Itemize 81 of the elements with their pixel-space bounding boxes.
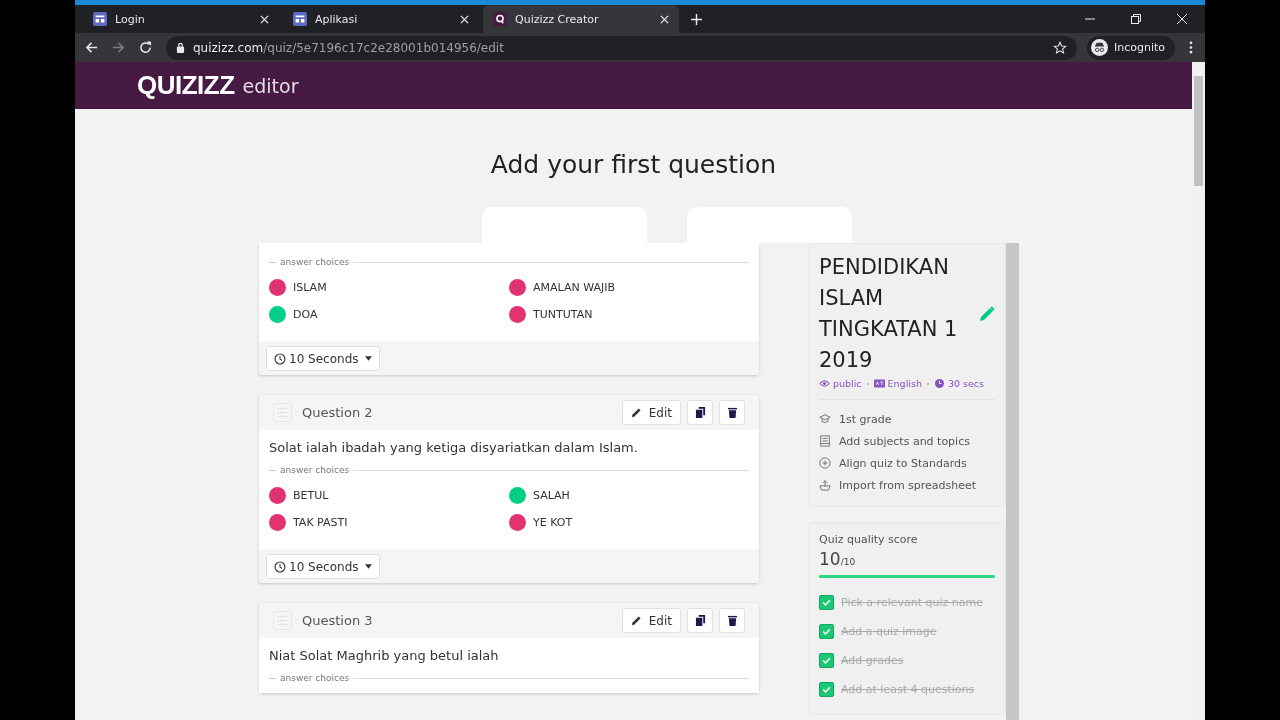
close-icon[interactable] [460, 14, 469, 24]
answer-choice: TAK PASTI [293, 516, 348, 529]
quality-total: /10 [840, 557, 856, 567]
restore-icon[interactable] [1131, 14, 1141, 24]
upload-tray-icon [819, 479, 831, 491]
answer-choice: YE KOT [533, 516, 573, 529]
quiz-meta: English [887, 378, 922, 389]
edit-button[interactable]: Edit [621, 608, 681, 633]
menu-icon[interactable] [1189, 41, 1193, 54]
copy-icon [694, 407, 706, 418]
back-arrow-icon[interactable] [85, 41, 98, 54]
checklist-item: Add at least 4 questions [841, 683, 975, 696]
quiz-detail-link[interactable]: Add subjects and topics [839, 434, 970, 448]
close-icon[interactable] [660, 14, 669, 24]
answer-choice: AMALAN WAJIB [533, 281, 615, 294]
caret-icon [365, 356, 372, 361]
scrollbar[interactable] [1192, 62, 1205, 720]
answer-choice: DOA [293, 308, 318, 321]
answer-choices-label: answer choices [280, 673, 350, 683]
question-number: Question 3 [302, 613, 373, 628]
address-bar[interactable]: quizizz.com/quiz/5e7196c17c2e28001b014956/edit [166, 35, 1077, 60]
app-icon [93, 12, 107, 26]
quiz-title: PENDIDIKAN ISLAM TINGKATAN 1 2019 [819, 254, 959, 374]
reload-icon[interactable] [139, 41, 152, 54]
question-number: Question 2 [302, 405, 373, 420]
copy-icon [694, 615, 706, 626]
answer-choice: ISLAM [293, 281, 327, 294]
time-dropdown[interactable]: 10 Seconds [266, 346, 380, 371]
book-icon [819, 435, 831, 447]
duplicate-button[interactable] [687, 608, 713, 633]
star-icon[interactable] [1052, 40, 1067, 55]
delete-button[interactable] [719, 400, 745, 425]
answer-choice: SALAH [533, 489, 570, 502]
checklist-item: Pick a relevant quiz name [841, 596, 983, 609]
answer-choice: BETUL [293, 489, 329, 502]
graduation-cap-icon [819, 413, 831, 425]
clock-icon [274, 560, 286, 573]
time-dropdown[interactable]: 10 Seconds [266, 554, 380, 579]
editor-label: editor [242, 74, 299, 97]
browser-tab[interactable]: Login [83, 5, 279, 33]
pencil-icon [630, 407, 642, 418]
quiz-detail-link[interactable]: 1st grade [839, 412, 892, 426]
pencil-icon [630, 615, 642, 626]
answer-choices-label: answer choices [280, 257, 350, 267]
quiz-detail-link[interactable]: Align quiz to Standards [839, 456, 967, 470]
quiz-logo-icon [493, 12, 507, 26]
checklist-item: Add a quiz image [841, 625, 937, 638]
trash-icon [726, 407, 738, 418]
app-icon [293, 12, 307, 26]
question-text: Niat Solat Maghrib yang betul ialah [269, 648, 500, 663]
lock-icon [176, 42, 185, 53]
quiz-meta: 30 secs [947, 378, 984, 389]
edit-button[interactable]: Edit [621, 400, 681, 425]
profile-button[interactable]: Incognito [1086, 35, 1175, 60]
trash-icon [726, 615, 738, 626]
browser-tab[interactable]: Quizizz Creator [483, 5, 679, 33]
quality-score: 10 [819, 549, 841, 569]
checklist-item: Add grades [841, 654, 904, 667]
add-circle-icon [819, 457, 831, 469]
clock-icon [933, 379, 945, 388]
answer-choice: TUNTUTAN [533, 308, 593, 321]
logo[interactable]: QUIZIZZ [137, 70, 235, 101]
quiz-detail-link[interactable]: Import from spreadsheet [839, 478, 977, 492]
eye-icon [819, 379, 830, 388]
new-tab-icon[interactable] [691, 13, 702, 25]
question-text: Solat ialah ibadah yang ketiga disyariatkan dalam Islam. [269, 440, 639, 455]
scrollbar[interactable] [1006, 243, 1019, 720]
close-icon[interactable] [1177, 14, 1187, 24]
forward-arrow-icon[interactable] [112, 41, 125, 54]
quiz-meta: public [833, 378, 862, 389]
language-icon [873, 379, 885, 388]
duplicate-button[interactable] [687, 400, 713, 425]
quality-label: Quiz quality score [819, 533, 919, 546]
caret-icon [365, 564, 372, 569]
answer-choices-label: answer choices [280, 465, 350, 475]
page-heading: Add your first question [490, 148, 777, 181]
browser-tab[interactable]: Aplikasi [283, 5, 479, 33]
close-icon[interactable] [260, 14, 269, 24]
incognito-icon [1090, 39, 1108, 56]
delete-button[interactable] [719, 608, 745, 633]
clock-icon [274, 352, 286, 365]
